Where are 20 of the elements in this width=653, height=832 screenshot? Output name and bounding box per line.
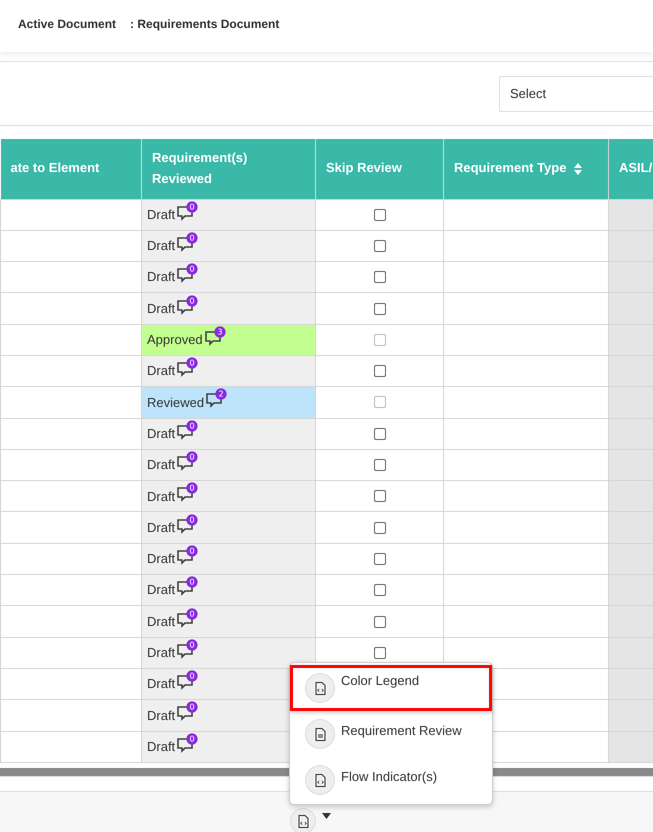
active-document-value: : Requirements Document	[130, 16, 280, 33]
status-text: Draft	[147, 268, 176, 286]
status-text: Draft	[147, 206, 176, 224]
status-text: Reviewed	[147, 394, 204, 412]
status-text: Draft	[147, 456, 176, 474]
status-text: Draft	[147, 675, 176, 694]
status-text: Approved	[147, 331, 203, 350]
status-text: Draft	[147, 362, 176, 380]
status-text: Draft	[147, 706, 176, 725]
active-document-label: Active Document	[18, 16, 116, 33]
status-text: Draft	[147, 644, 176, 662]
status-text: Draft	[147, 237, 176, 256]
status-text: Draft	[147, 518, 176, 537]
status-text: Draft	[147, 488, 176, 506]
status-text: Draft	[147, 300, 176, 318]
status-text: Draft	[147, 424, 176, 443]
status-text: Draft	[147, 581, 176, 600]
status-text: Draft	[147, 612, 176, 631]
status-text: Draft	[147, 550, 176, 568]
status-text: Draft	[147, 738, 176, 756]
